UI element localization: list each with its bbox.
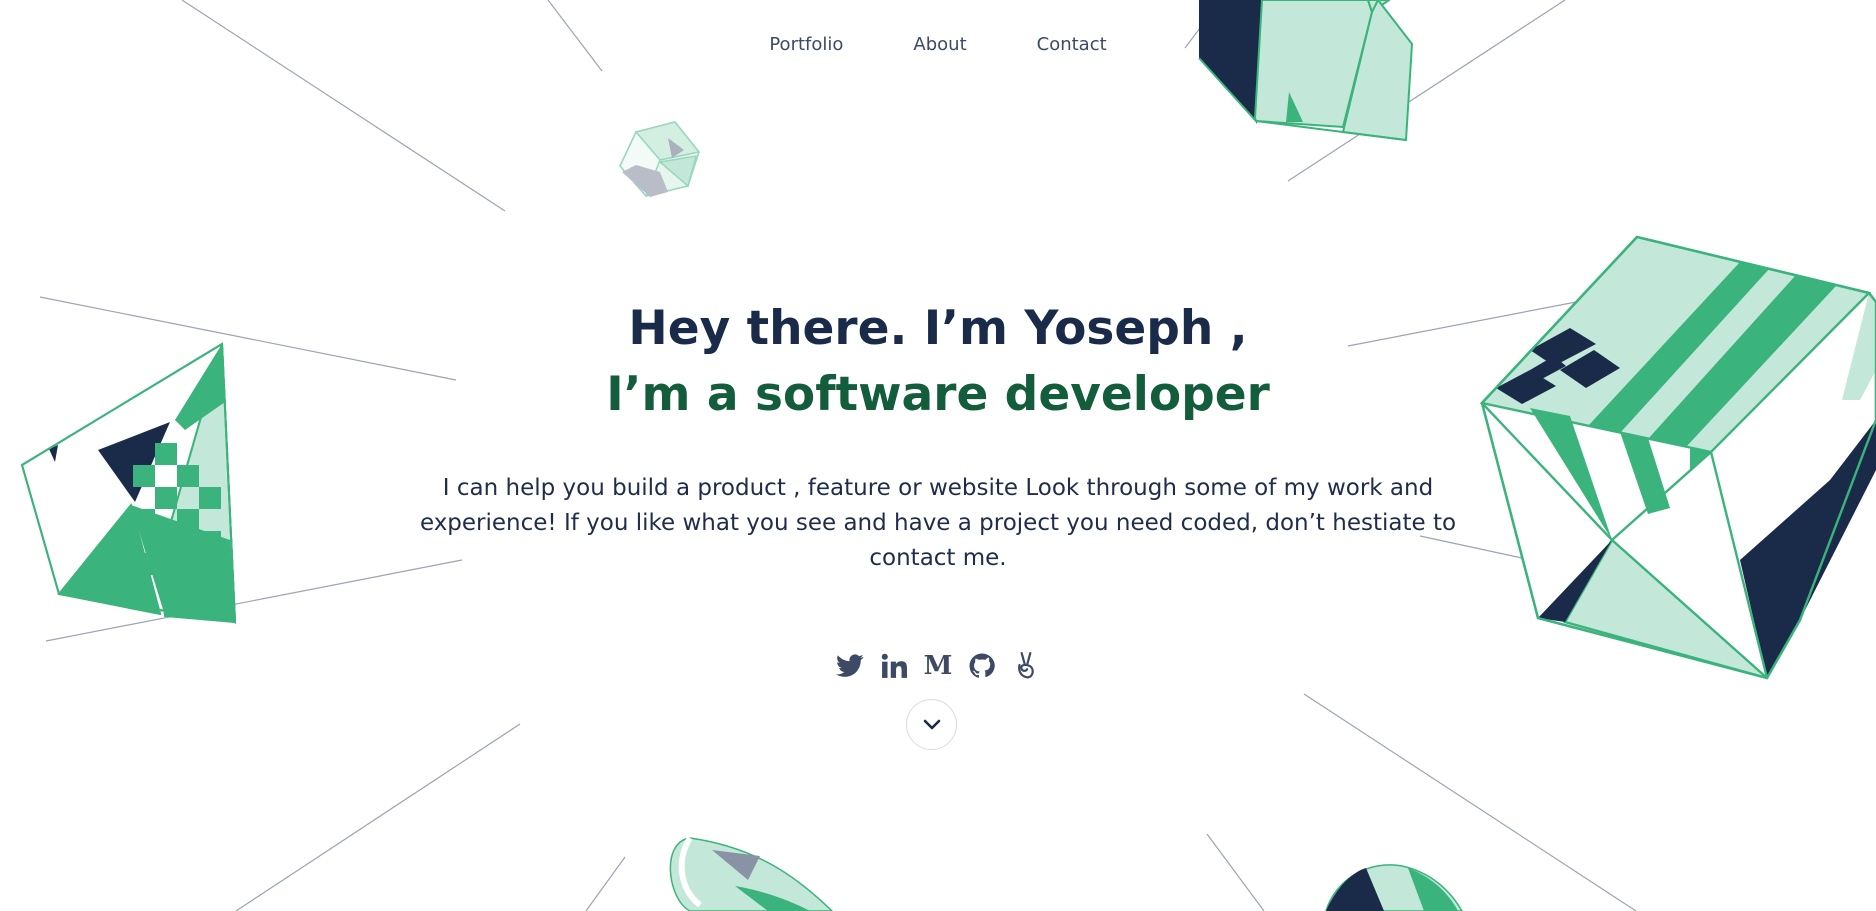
medium-icon[interactable]: M: [923, 650, 953, 682]
shape-top-right: [1198, 0, 1414, 142]
hero-role: I’m a software developer: [606, 367, 1270, 422]
nav-contact-link[interactable]: Contact: [1037, 34, 1107, 55]
hero-greeting: Hey there. I’m Yoseph ,: [628, 301, 1248, 356]
nav-about-link[interactable]: About: [913, 34, 966, 55]
top-nav: Portfolio About Contact: [0, 34, 1876, 55]
medium-letter: M: [923, 651, 953, 681]
hero: Hey there. I’m Yoseph , I’m a software d…: [0, 296, 1876, 576]
chevron-down-icon: [923, 719, 940, 729]
linkedin-icon[interactable]: [879, 650, 909, 682]
nav-portfolio-link[interactable]: Portfolio: [769, 34, 843, 55]
twitter-icon[interactable]: [835, 650, 865, 682]
angellist-icon[interactable]: [1011, 650, 1041, 682]
social-links: M: [828, 648, 1048, 684]
shape-small-cube: [619, 121, 701, 198]
shape-bottom-right: [1325, 864, 1463, 911]
scroll-down-button[interactable]: [906, 699, 957, 750]
github-icon[interactable]: [967, 650, 997, 682]
hero-intro: I can help you build a product , feature…: [419, 475, 1457, 571]
page: Portfolio About Contact Hey there. I’m Y…: [0, 0, 1876, 911]
shape-bottom-left: [669, 836, 834, 911]
